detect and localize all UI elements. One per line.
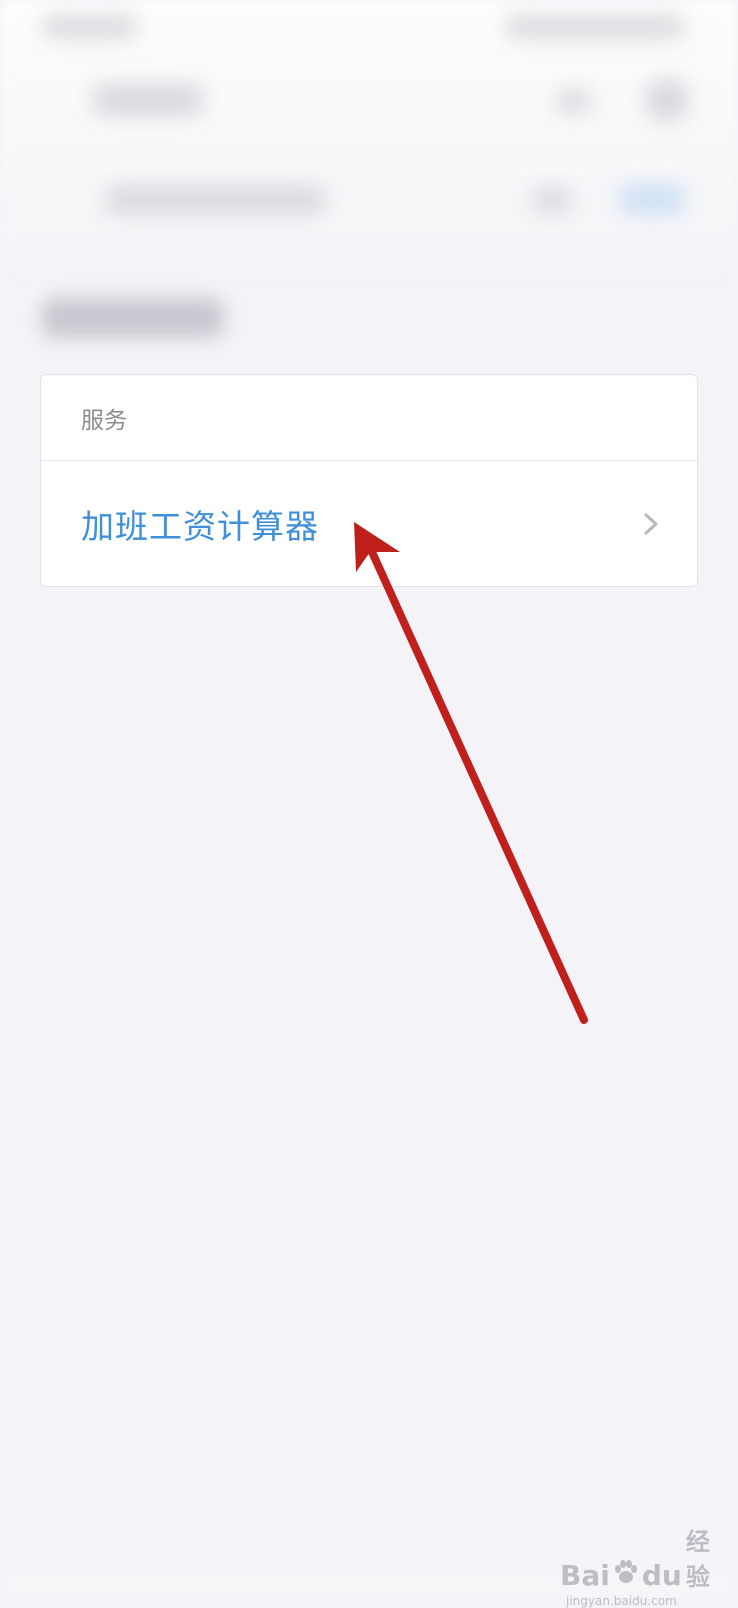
blurred-status-bar-left	[42, 16, 138, 38]
watermark-url: jingyan.baidu.com	[566, 1594, 677, 1608]
card-header: 服务	[41, 375, 697, 461]
blurred-nav-action	[556, 90, 592, 112]
watermark-logo-text-1: Bai	[560, 1559, 610, 1592]
paw-icon	[610, 1558, 642, 1592]
watermark-logo-text-2: du	[641, 1559, 682, 1592]
blurred-nav-title	[92, 84, 204, 116]
chevron-right-icon	[641, 510, 661, 538]
overtime-pay-calculator-item[interactable]: 加班工资计算器	[41, 461, 697, 586]
watermark-logo-cn: 经验	[685, 1528, 710, 1591]
blurred-header-region	[0, 0, 738, 270]
service-card: 服务 加班工资计算器	[40, 374, 698, 587]
card-header-label: 服务	[81, 407, 127, 434]
blurred-avatar	[645, 78, 689, 122]
baidu-jingyan-watermark: Bai du 经验 jingyan.baidu.com	[560, 1522, 732, 1608]
blurred-search-clear	[532, 188, 572, 212]
blurred-search-button	[618, 184, 686, 214]
overtime-pay-calculator-label: 加班工资计算器	[81, 507, 319, 546]
blurred-section-title	[42, 298, 224, 338]
blurred-status-bar-right	[505, 16, 685, 38]
blurred-search-text	[104, 186, 326, 214]
